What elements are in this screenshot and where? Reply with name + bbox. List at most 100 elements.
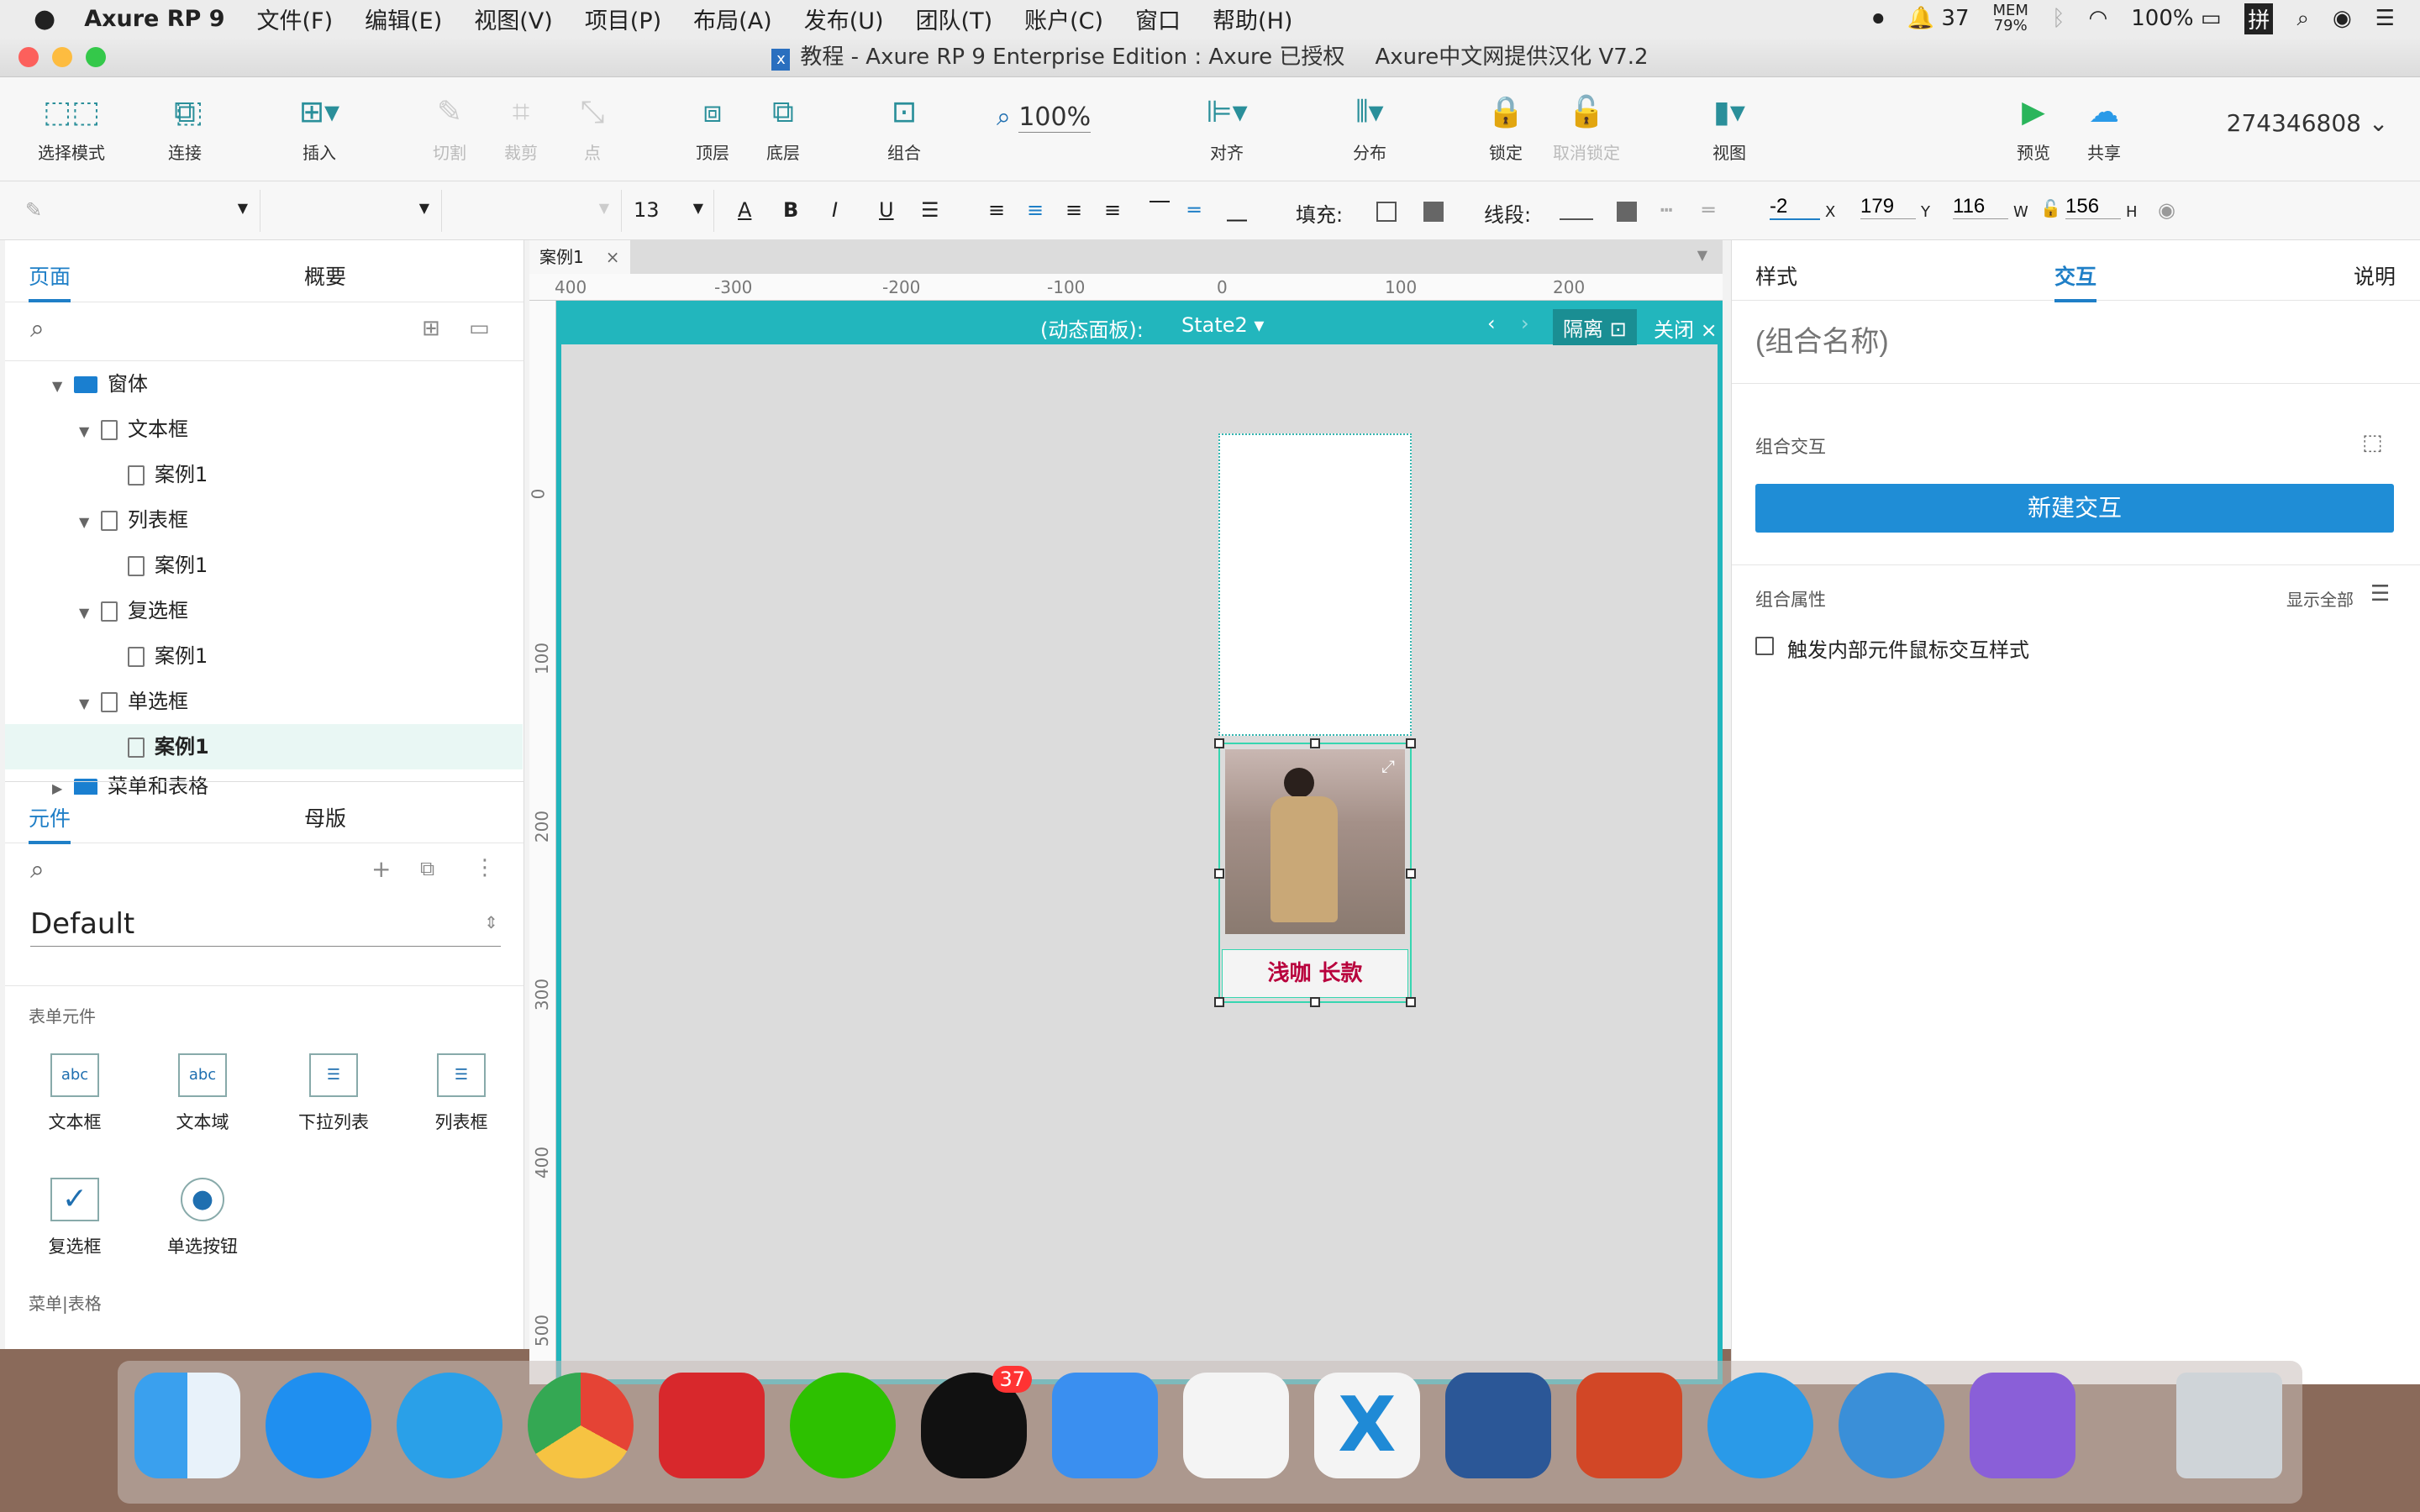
panel-content-area[interactable]	[1218, 433, 1412, 736]
select-mode-button[interactable]: ⬚⬚ 选择模式	[25, 94, 118, 164]
width-field[interactable]	[1953, 195, 2008, 219]
word-icon[interactable]	[1445, 1373, 1551, 1478]
align-left-icon[interactable]: ≡	[988, 198, 1005, 222]
resize-handle[interactable]	[1214, 869, 1224, 879]
next-state-icon[interactable]: ›	[1521, 312, 1529, 335]
font-weight-dropdown[interactable]: ▼	[445, 190, 622, 232]
bluetooth-icon[interactable]: ᛒ	[2052, 6, 2065, 31]
app-store-icon[interactable]	[266, 1373, 371, 1478]
close-window-button[interactable]	[18, 47, 39, 67]
menu-window[interactable]: 窗口	[1135, 3, 1181, 35]
send-to-back-button[interactable]: ⧉ 底层	[751, 94, 815, 164]
justify-icon[interactable]: ≡	[1104, 198, 1121, 222]
selected-group[interactable]: ⤢ 浅咖 长款	[1214, 738, 1416, 1007]
unlock-button[interactable]: 🔓 取消锁定	[1544, 94, 1628, 164]
trigger-mouse-checkbox[interactable]	[1755, 637, 1774, 655]
isolate-button[interactable]: 隔离 ⊡	[1553, 309, 1637, 345]
mindmaster-icon[interactable]	[1707, 1373, 1813, 1478]
crop-button[interactable]: ⌗ 裁剪	[492, 94, 550, 164]
height-field[interactable]	[2065, 195, 2121, 219]
share-button[interactable]: ☁ 共享	[2070, 94, 2138, 164]
tree-item-case-selected[interactable]: 案例1	[5, 724, 523, 769]
widget-radio[interactable]: ● 单选按钮	[156, 1178, 249, 1258]
tree-item-checkbox[interactable]: ▼ 复选框	[5, 588, 523, 633]
expand-icon[interactable]: ▼	[79, 591, 101, 636]
line-arrow-icon[interactable]: ═	[1702, 198, 1714, 222]
safari-icon[interactable]	[397, 1373, 502, 1478]
imovie-icon[interactable]	[1970, 1373, 2075, 1478]
preview-button[interactable]: ▶ 预览	[2000, 94, 2067, 164]
spotlight-icon[interactable]: ⌕	[2296, 6, 2309, 32]
line-color-swatch[interactable]	[1560, 198, 1593, 220]
widget-textarea[interactable]: abc 文本域	[156, 1053, 249, 1134]
account-dropdown[interactable]: 274346808 ⌄	[2215, 109, 2400, 137]
menu-team[interactable]: 团队(T)	[916, 3, 993, 35]
underline-icon[interactable]: U	[879, 198, 894, 222]
valign-middle-icon[interactable]: ═	[1188, 198, 1200, 222]
add-page-icon[interactable]: ⊞	[422, 316, 440, 341]
menu-project[interactable]: 项目(P)	[585, 3, 661, 35]
battery-status[interactable]: 100% ▭	[2131, 6, 2221, 31]
style-dropdown[interactable]: ✎ ▼	[0, 190, 260, 232]
menu-help[interactable]: 帮助(H)	[1213, 3, 1292, 35]
product-image[interactable]: ⤢	[1225, 749, 1405, 934]
search-icon[interactable]: ⌕	[30, 855, 45, 885]
add-folder-icon[interactable]: ▭	[469, 316, 490, 341]
netease-music-icon[interactable]	[659, 1373, 765, 1478]
point-button[interactable]: ⤡ 点	[563, 94, 622, 164]
resize-handle[interactable]	[1310, 997, 1320, 1007]
tab-menu-icon[interactable]: ▼	[1697, 247, 1707, 263]
resize-handle[interactable]	[1310, 738, 1320, 748]
lock-ratio-icon[interactable]: 🔓	[2040, 198, 2061, 218]
wechat-icon[interactable]	[790, 1373, 896, 1478]
section-form-label[interactable]: 表单元件	[29, 1003, 96, 1027]
minimize-window-button[interactable]	[52, 47, 72, 67]
expand-icon[interactable]: ▼	[79, 409, 101, 454]
bold-icon[interactable]: B	[783, 198, 798, 222]
tree-item-case[interactable]: 案例1	[5, 543, 523, 588]
view-button[interactable]: ▮▾ 视图	[1696, 94, 1763, 164]
more-icon[interactable]: ⋮	[474, 855, 496, 880]
fill-color-swatch[interactable]	[1376, 202, 1397, 222]
resize-handle[interactable]	[1406, 997, 1416, 1007]
prev-state-icon[interactable]: ‹	[1487, 312, 1496, 335]
resize-handle[interactable]	[1406, 738, 1416, 748]
finder-icon[interactable]	[134, 1373, 240, 1478]
memory-status[interactable]: MEM 79%	[1993, 3, 2028, 34]
bullet-list-icon[interactable]: ☰	[921, 198, 939, 222]
library-dropdown[interactable]: Default ⇕	[5, 902, 523, 986]
interaction-editor-icon[interactable]: ⬚	[2362, 430, 2383, 455]
insert-button[interactable]: ⊞▾ 插入	[277, 94, 361, 164]
doc-tab[interactable]: 案例1 ×	[529, 240, 630, 274]
new-interaction-button[interactable]: 新建交互	[1755, 484, 2394, 533]
lock-button[interactable]: 🔒 锁定	[1472, 94, 1539, 164]
menu-view[interactable]: 视图(V)	[474, 3, 553, 35]
siri-icon[interactable]: ◉	[2333, 6, 2352, 31]
tab-interactions[interactable]: 交互	[2054, 260, 2097, 302]
search-icon[interactable]: ⌕	[30, 314, 45, 344]
widget-checkbox[interactable]: ✓ 复选框	[29, 1178, 121, 1258]
ime-icon[interactable]: 拼	[2244, 3, 2274, 34]
apple-icon[interactable]: ●	[34, 4, 55, 34]
tree-item-radio[interactable]: ▼ 单选框	[5, 679, 523, 724]
wifi-icon[interactable]: ◠	[2089, 6, 2108, 31]
connect-button[interactable]: ⧉ 连接	[143, 94, 227, 164]
qq-icon[interactable]: 37	[921, 1366, 1032, 1478]
notification-center-icon[interactable]: ☰	[2375, 6, 2395, 31]
resize-handle[interactable]	[1214, 738, 1224, 748]
trash-icon[interactable]	[2176, 1373, 2282, 1478]
axure-icon[interactable]: X	[1314, 1373, 1420, 1478]
dingtalk-icon[interactable]	[1052, 1373, 1158, 1478]
menu-icon[interactable]: ☰	[2370, 581, 2390, 606]
distribute-button[interactable]: ⫴▾ 分布	[1336, 94, 1403, 164]
tree-item-case[interactable]: 案例1	[5, 452, 523, 497]
tree-item-forms[interactable]: ▼ 窗体	[5, 361, 523, 407]
tree-item-textbox[interactable]: ▼ 文本框	[5, 407, 523, 452]
zoom-dropdown[interactable]: ⌕ 100%	[997, 102, 1123, 133]
zoom-window-button[interactable]	[86, 47, 106, 67]
visibility-eye-icon[interactable]: ◉	[2158, 198, 2175, 222]
expand-icon[interactable]: ▼	[52, 364, 74, 409]
line-weight-icon[interactable]	[1617, 202, 1637, 222]
product-caption[interactable]: 浅咖 长款	[1222, 949, 1408, 998]
powerpoint-icon[interactable]	[1576, 1373, 1682, 1478]
